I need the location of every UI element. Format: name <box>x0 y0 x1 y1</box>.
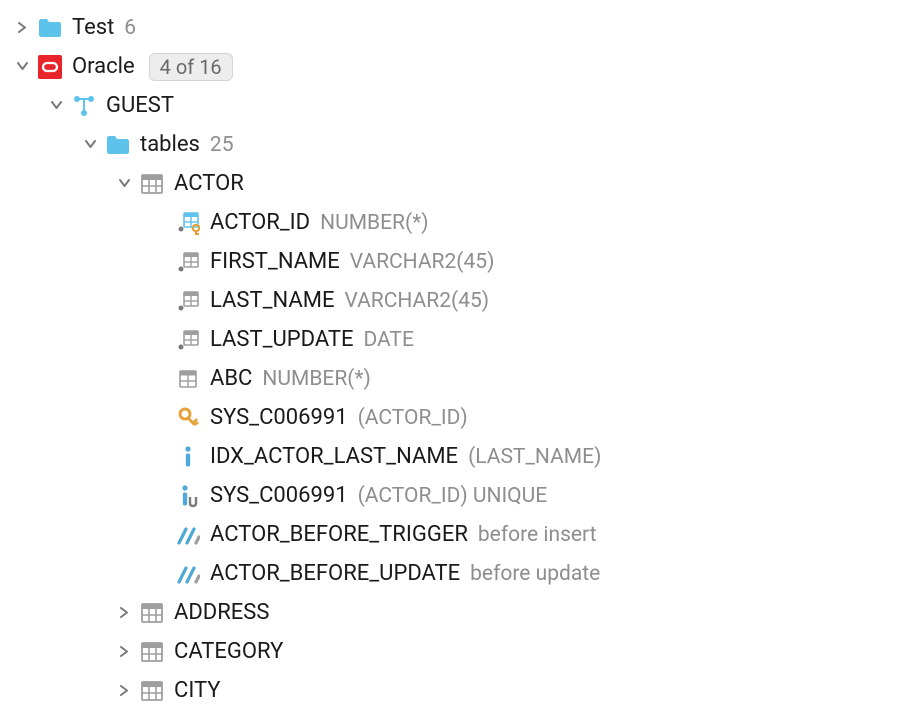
column-type: VARCHAR2(45) <box>344 289 489 313</box>
tree-item-tables[interactable]: tables 25 <box>0 125 920 164</box>
tree-item-trigger-before-update[interactable]: ACTOR_BEFORE_UPDATE before update <box>0 554 920 593</box>
column-type: VARCHAR2(45) <box>350 250 495 274</box>
index-columns: (LAST_NAME) <box>468 445 601 469</box>
tree-item-column-first-name[interactable]: FIRST_NAME VARCHAR2(45) <box>0 242 920 281</box>
folder-icon <box>106 133 130 157</box>
trigger-icon <box>176 523 200 547</box>
tree-item-label: ACTOR <box>174 171 244 196</box>
tree-item-label: SYS_C006991 <box>210 405 348 430</box>
chevron-right-icon[interactable] <box>116 683 132 699</box>
column-icon <box>176 367 200 391</box>
tree-item-label: LAST_UPDATE <box>210 327 353 352</box>
tree-item-column-last-name[interactable]: LAST_NAME VARCHAR2(45) <box>0 281 920 320</box>
tree-item-label: ACTOR_BEFORE_TRIGGER <box>210 522 468 547</box>
tree-item-index-last-name[interactable]: IDX_ACTOR_LAST_NAME (LAST_NAME) <box>0 437 920 476</box>
tree-item-column-last-update[interactable]: LAST_UPDATE DATE <box>0 320 920 359</box>
table-icon <box>140 640 164 664</box>
tree-item-label: ACTOR_BEFORE_UPDATE <box>210 561 460 586</box>
chevron-right-icon[interactable] <box>14 20 30 36</box>
tree-item-label: FIRST_NAME <box>210 249 340 274</box>
count-badge: 4 of 16 <box>149 53 233 81</box>
chevron-down-icon[interactable] <box>116 176 132 192</box>
tree-item-count: 25 <box>210 133 234 157</box>
tree-item-address[interactable]: ADDRESS <box>0 593 920 632</box>
column-notnull-icon <box>176 328 200 352</box>
tree-item-count: 6 <box>124 16 136 40</box>
tree-item-label: Oracle <box>72 54 135 79</box>
table-icon <box>140 172 164 196</box>
tree-item-guest[interactable]: GUEST <box>0 86 920 125</box>
tree-item-label: CITY <box>174 678 221 703</box>
chevron-down-icon[interactable] <box>14 59 30 75</box>
tree-item-label: IDX_ACTOR_LAST_NAME <box>210 444 458 469</box>
index-columns: (ACTOR_ID) UNIQUE <box>358 484 548 508</box>
tree-item-label: LAST_NAME <box>210 288 334 313</box>
tree-item-label: ABC <box>210 366 252 391</box>
column-notnull-icon <box>176 289 200 313</box>
column-type: NUMBER(*) <box>262 367 370 391</box>
tree-item-label: CATEGORY <box>174 639 283 664</box>
tree-item-test[interactable]: Test 6 <box>0 8 920 47</box>
tree-item-oracle[interactable]: Oracle 4 of 16 <box>0 47 920 86</box>
trigger-icon <box>176 562 200 586</box>
oracle-icon <box>38 55 62 79</box>
column-type: DATE <box>363 328 413 352</box>
table-icon <box>140 679 164 703</box>
key-columns: (ACTOR_ID) <box>358 406 468 430</box>
tree-item-trigger-before-insert[interactable]: ACTOR_BEFORE_TRIGGER before insert <box>0 515 920 554</box>
column-type: NUMBER(*) <box>320 211 428 235</box>
tree-item-category[interactable]: CATEGORY <box>0 632 920 671</box>
table-icon <box>140 601 164 625</box>
tree-item-label: ADDRESS <box>174 600 269 625</box>
schema-icon <box>72 94 96 118</box>
tree-item-column-abc[interactable]: ABC NUMBER(*) <box>0 359 920 398</box>
chevron-down-icon[interactable] <box>48 98 64 114</box>
tree-item-label: Test <box>72 15 114 40</box>
chevron-down-icon[interactable] <box>82 137 98 153</box>
column-notnull-icon <box>176 250 200 274</box>
key-icon <box>176 406 200 430</box>
trigger-timing: before insert <box>478 523 597 547</box>
tree-item-index-sys-unique[interactable]: SYS_C006991 (ACTOR_ID) UNIQUE <box>0 476 920 515</box>
tree-item-label: GUEST <box>106 93 174 118</box>
chevron-right-icon[interactable] <box>116 644 132 660</box>
tree-item-city[interactable]: CITY <box>0 671 920 710</box>
primary-key-column-icon <box>176 211 200 235</box>
unique-index-icon <box>176 484 200 508</box>
index-icon <box>176 445 200 469</box>
trigger-timing: before update <box>470 562 600 586</box>
tree-item-label: tables <box>140 132 200 157</box>
tree-item-label: SYS_C006991 <box>210 483 348 508</box>
chevron-right-icon[interactable] <box>116 605 132 621</box>
tree-item-key-sys-pk[interactable]: SYS_C006991 (ACTOR_ID) <box>0 398 920 437</box>
folder-icon <box>38 16 62 40</box>
tree-item-label: ACTOR_ID <box>210 210 310 235</box>
tree-item-column-actor-id[interactable]: ACTOR_ID NUMBER(*) <box>0 203 920 242</box>
tree-item-actor[interactable]: ACTOR <box>0 164 920 203</box>
